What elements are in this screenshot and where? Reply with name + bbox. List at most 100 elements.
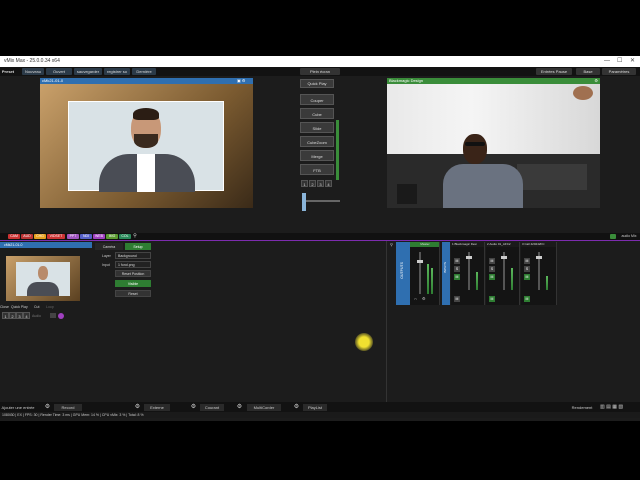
channel-2-fader-handle[interactable]	[501, 256, 507, 259]
input-number-4[interactable]: 4	[23, 312, 30, 319]
pause-inputs-button[interactable]: Entrées Pause	[536, 68, 572, 75]
input-number-1[interactable]: 1	[2, 312, 9, 319]
quick-play-label[interactable]: Quick Play	[11, 305, 28, 309]
performance-label[interactable]: Rendement	[568, 404, 596, 411]
external-settings-icon[interactable]: ⚙	[134, 404, 141, 411]
input-number-2[interactable]: 2	[9, 312, 16, 319]
preview-icons[interactable]: ▣ ⚙	[237, 78, 251, 83]
transition-slide-button[interactable]: Slide	[300, 122, 334, 133]
tab-camera[interactable]: Caméra	[95, 243, 123, 250]
channel-1-fader-handle[interactable]	[466, 256, 472, 259]
person-shirt	[137, 154, 155, 192]
settings-icon[interactable]: ⚙	[422, 296, 428, 301]
master-meter-right	[431, 268, 433, 294]
minimize-icon[interactable]: —	[604, 56, 610, 67]
transition-cubezoom-button[interactable]: CubeZoom	[300, 136, 334, 147]
external-button[interactable]: Externe	[144, 404, 170, 411]
channel-3-audio-on-button[interactable]: M	[524, 274, 530, 280]
person-shirt	[443, 164, 523, 208]
input-thumbnail[interactable]	[6, 256, 80, 301]
multicorder-settings-icon[interactable]: ⚙	[236, 404, 243, 411]
master-fader-handle[interactable]	[417, 260, 423, 263]
add-input-button[interactable]: Ajouter une entrée	[0, 404, 36, 411]
reset-position-button[interactable]: Reset Position	[115, 270, 151, 277]
channel-3-fader-handle[interactable]	[536, 256, 542, 259]
transition-number-1[interactable]: 1	[301, 180, 308, 187]
close-label[interactable]: Close	[0, 305, 9, 309]
transition-cube-button[interactable]: Cube	[300, 108, 334, 119]
channel-1-audio-on-button[interactable]: M	[454, 274, 460, 280]
audio-mixer-toggle[interactable]	[610, 234, 616, 239]
transition-number-2[interactable]: 2	[309, 180, 316, 187]
filter-web[interactable]: WEB	[93, 234, 105, 239]
filter-img[interactable]: IMG	[106, 234, 118, 239]
channel-2-mute-button[interactable]: M	[489, 258, 495, 264]
save-button[interactable]: sauvegarder	[74, 68, 102, 75]
preview-window[interactable]	[40, 84, 253, 208]
filter-bar: CAM AUD CHG VIDSET PPT NDI WEB IMG COL ⚲…	[0, 233, 640, 240]
headphones-icon[interactable]: ∩	[414, 296, 420, 301]
transition-number-4[interactable]: 4	[325, 180, 332, 187]
maximize-icon[interactable]: ☐	[617, 56, 622, 67]
input-select[interactable]: 1 fond.png	[115, 261, 151, 268]
cut-label[interactable]: Cut	[34, 305, 39, 309]
transition-merge-button[interactable]: Merge	[300, 150, 334, 161]
transition-number-3[interactable]: 3	[317, 180, 324, 187]
playlist-button[interactable]: PlayList	[303, 404, 327, 411]
quick-play-button[interactable]: Quick Play	[300, 79, 334, 88]
channel-3-bus-button[interactable]: M	[524, 296, 530, 302]
stream-settings-icon[interactable]: ⚙	[190, 404, 197, 411]
record-settings-icon[interactable]: ⚙	[44, 404, 51, 411]
stream-button[interactable]: Courant	[200, 404, 224, 411]
t-bar-track	[302, 200, 340, 202]
base-button[interactable]: Base	[576, 68, 600, 75]
cut-button[interactable]: Couper	[300, 94, 334, 105]
loop-label[interactable]: Loop	[46, 305, 54, 309]
outputs-label: OUTPUTS	[400, 262, 404, 279]
filter-aud[interactable]: AUD	[21, 234, 33, 239]
close-icon[interactable]: ✕	[630, 56, 635, 67]
open-button[interactable]: Ouvert	[46, 68, 72, 75]
channel-2-solo-button[interactable]: S	[489, 266, 495, 272]
audio-channel-1: 1 Blackmagic Desi M S M M	[451, 242, 485, 305]
input-title-bar: cMk21-01-0	[0, 242, 92, 248]
channel-3-mute-button[interactable]: M	[524, 258, 530, 264]
tab-setup[interactable]: Setup	[125, 243, 151, 250]
filter-ppt[interactable]: PPT	[67, 234, 79, 239]
channel-1-bus-button[interactable]: M	[454, 296, 460, 302]
outputs-strip: OUTPUTS	[396, 242, 410, 305]
multicorder-button[interactable]: MultiCorder	[247, 404, 281, 411]
layout-icons[interactable]: ▥ ▤ ▦ ▧	[600, 404, 636, 411]
recent-button[interactable]: Dernière	[132, 68, 156, 75]
playlist-settings-icon[interactable]: ⚙	[293, 404, 300, 411]
monitor-icon[interactable]	[50, 313, 56, 318]
fullscreen-button[interactable]: Plein écran	[300, 68, 340, 75]
pin-icon[interactable]: ⚲	[390, 242, 394, 247]
channel-2-audio-on-button[interactable]: M	[489, 274, 495, 280]
record-icon[interactable]	[58, 313, 64, 319]
audio-mixer-label: audio Mix	[618, 234, 640, 239]
record-button[interactable]: Record	[54, 404, 82, 411]
channel-1-solo-button[interactable]: S	[454, 266, 460, 272]
reset-button[interactable]: Reset	[115, 290, 151, 297]
filter-ndi[interactable]: NDI	[80, 234, 92, 239]
save-as-button[interactable]: registrer so	[104, 68, 130, 75]
input-number-3[interactable]: 3	[16, 312, 23, 319]
output-window[interactable]	[387, 84, 600, 208]
channel-3-solo-button[interactable]: S	[524, 266, 530, 272]
t-bar-handle[interactable]	[302, 193, 306, 211]
filter-cam[interactable]: CAM	[8, 234, 20, 239]
filter-col[interactable]: COL	[119, 234, 131, 239]
new-button[interactable]: Nouveau	[22, 68, 44, 75]
settings-button[interactable]: Paramètres	[602, 68, 636, 75]
ftb-button[interactable]: FTB	[300, 164, 334, 175]
filter-chg[interactable]: CHG	[34, 234, 46, 239]
search-icon[interactable]: ⚲	[132, 234, 138, 239]
channel-2-bus-button[interactable]: M	[489, 296, 495, 302]
audio-label[interactable]: Audio	[32, 314, 41, 318]
channel-1-mute-button[interactable]: M	[454, 258, 460, 264]
filter-vidset[interactable]: VIDSET	[47, 234, 65, 239]
layer-select[interactable]: Background	[115, 252, 151, 259]
visible-button[interactable]: Visible	[115, 280, 151, 287]
channel-2-name: Audio 01_AFC2	[489, 242, 511, 246]
